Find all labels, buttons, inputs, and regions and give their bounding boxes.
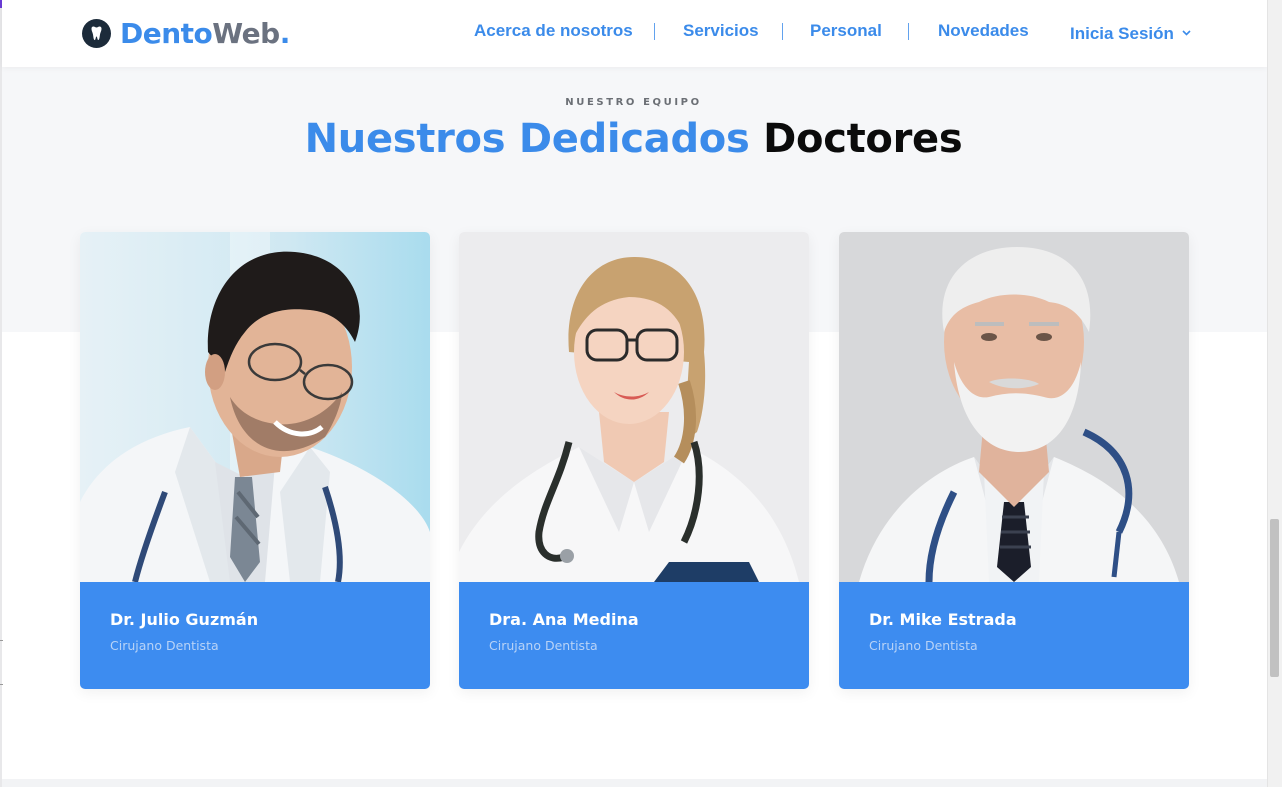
nav-item-novedades[interactable]: Novedades: [938, 21, 1029, 41]
nav-item-servicios[interactable]: Servicios: [683, 21, 759, 41]
footer-strip: [0, 779, 1267, 787]
doctor-card[interactable]: Dr. Julio Guzmán Cirujano Dentista: [80, 232, 430, 689]
section-title-rest: Doctores: [763, 116, 963, 162]
doctor-info: Dra. Ana Medina Cirujano Dentista: [459, 582, 809, 689]
nav-separator: [908, 23, 909, 40]
doctor-photo: [839, 232, 1189, 582]
doctor-role: Cirujano Dentista: [489, 638, 598, 653]
doctor-info: Dr. Mike Estrada Cirujano Dentista: [839, 582, 1189, 689]
doctor-info: Dr. Julio Guzmán Cirujano Dentista: [80, 582, 430, 689]
doctor-role: Cirujano Dentista: [110, 638, 219, 653]
doctor-photo: [80, 232, 430, 582]
page-scrollbar[interactable]: [1267, 0, 1282, 787]
site-header: DentoWeb. Acerca de nosotros Servicios P…: [2, 0, 1267, 67]
nav-item-personal[interactable]: Personal: [810, 21, 882, 41]
doctor-name[interactable]: Dr. Mike Estrada: [869, 610, 1159, 629]
doctor-name[interactable]: Dr. Julio Guzmán: [110, 610, 400, 629]
nav-separator: [654, 23, 655, 40]
section-title: Nuestros Dedicados Doctores: [0, 116, 1267, 162]
doctor-card[interactable]: Dr. Mike Estrada Cirujano Dentista: [839, 232, 1189, 689]
doctor-role: Cirujano Dentista: [869, 638, 978, 653]
scrollbar-thumb[interactable]: [1270, 519, 1279, 677]
nav-item-login[interactable]: Inicia Sesión: [1070, 21, 1191, 44]
doctor-card[interactable]: Dra. Ana Medina Cirujano Dentista: [459, 232, 809, 689]
nav-item-acerca[interactable]: Acerca de nosotros: [474, 21, 633, 41]
section-eyebrow: NUESTRO EQUIPO: [565, 97, 702, 108]
section-title-highlight: Nuestros Dedicados: [304, 116, 750, 162]
chevron-down-icon: [1182, 21, 1191, 41]
doctor-photo: [459, 232, 809, 582]
doctor-name[interactable]: Dra. Ana Medina: [489, 610, 779, 629]
nav-item-login-label: Inicia Sesión: [1070, 24, 1174, 43]
nav-separator: [782, 23, 783, 40]
main-nav: Acerca de nosotros Servicios Personal No…: [2, 21, 1267, 45]
window-edge-mark: [0, 640, 3, 685]
